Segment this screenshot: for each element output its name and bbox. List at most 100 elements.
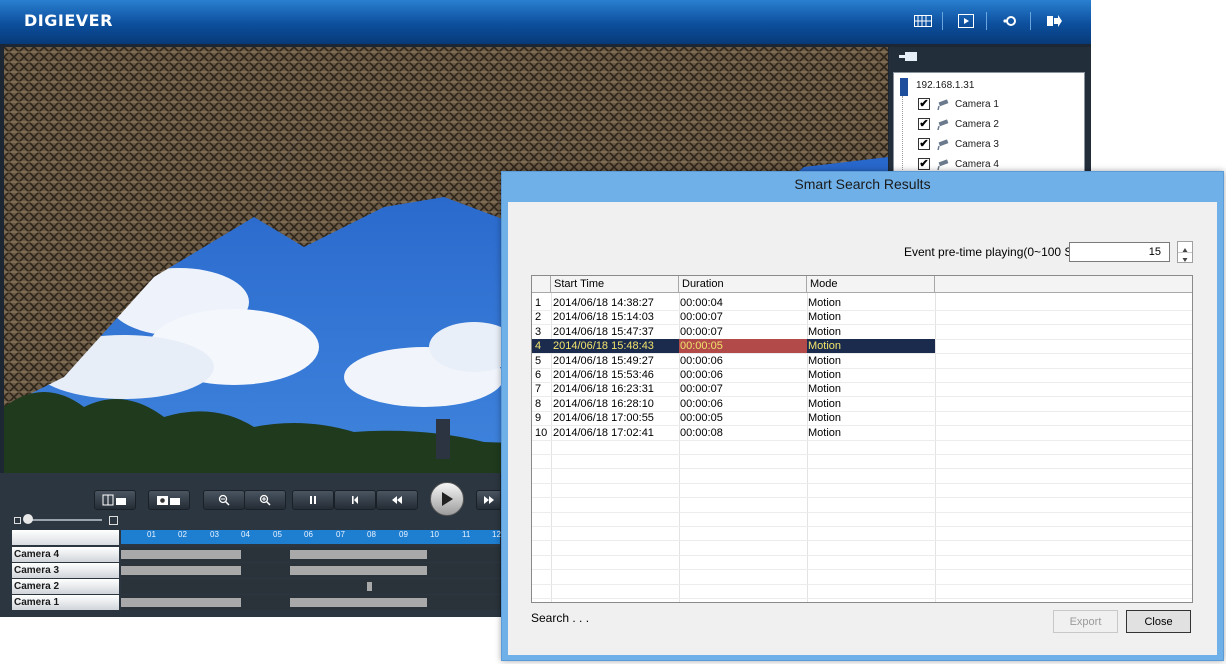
camera-checkbox[interactable]: ✔ [918, 98, 930, 110]
grid-line [532, 554, 1192, 556]
timeline-track[interactable] [121, 547, 500, 562]
playback-icon[interactable] [955, 12, 977, 30]
mode-cell: Motion [808, 311, 842, 324]
camera-checkbox[interactable]: ✔ [918, 118, 930, 130]
hour-tick: 02 [178, 530, 187, 539]
table-row[interactable]: 7 2014/06/18 16:23:31 00:00:07 Motion [532, 382, 935, 396]
column-header-filler [935, 276, 1192, 293]
mode-cell: Motion [808, 297, 842, 309]
spinner-down-button[interactable] [1178, 252, 1192, 262]
logout-icon[interactable] [1043, 12, 1065, 30]
row-number-cell: 3 [535, 325, 542, 338]
search-status: Search . . . [531, 611, 590, 625]
cctv-camera-icon [936, 138, 950, 156]
column-header-mode[interactable]: Mode [807, 276, 935, 293]
mode-cell: Motion [808, 340, 842, 353]
export-button[interactable]: Export [1053, 610, 1118, 633]
track-label: Camera 4 [12, 547, 119, 562]
zoom-in-button[interactable] [244, 490, 286, 510]
recording-segment[interactable] [121, 598, 241, 607]
duration-cell: 00:00:06 [680, 369, 723, 381]
table-row[interactable]: 3 2014/06/18 15:47:37 00:00:07 Motion [532, 325, 935, 339]
table-row[interactable]: 4 2014/06/18 15:48:43 00:00:05 Motion [532, 339, 935, 354]
fast-forward-button[interactable] [476, 490, 500, 510]
pause-button[interactable] [292, 490, 334, 510]
toolbar-divider [986, 12, 987, 30]
hour-tick: 05 [273, 530, 282, 539]
start-time-cell: 2014/06/18 16:28:10 [553, 397, 654, 410]
slider-max-marker [109, 516, 118, 525]
grid-line [532, 468, 1192, 470]
table-row[interactable]: 2 2014/06/18 15:14:03 00:00:07 Motion [532, 310, 935, 324]
hour-tick: 04 [241, 530, 250, 539]
rewind-button[interactable] [376, 490, 418, 510]
timeline-ruler[interactable]: 01 02 03 04 05 06 07 08 09 10 11 12 [121, 530, 501, 544]
camera-label[interactable]: Camera 2 [955, 119, 999, 130]
layout-grid-icon[interactable] [912, 12, 934, 30]
row-number-cell: 10 [535, 426, 548, 439]
device-host-label[interactable]: 192.168.1.31 [916, 80, 974, 91]
pretime-label: Event pre-time playing(0~100 Sec.): [904, 245, 1096, 259]
pretime-spinner[interactable] [1177, 241, 1193, 263]
table-row[interactable]: 5 2014/06/18 15:49:27 00:00:06 Motion [532, 354, 935, 368]
timeline-track[interactable] [121, 595, 500, 610]
cctv-camera-icon [936, 98, 950, 116]
start-time-cell: 2014/06/18 15:48:43 [553, 340, 654, 353]
duration-cell: 00:00:08 [680, 426, 723, 439]
pretime-input[interactable]: 15 [1069, 242, 1170, 262]
timeline-track[interactable] [121, 579, 500, 594]
table-row[interactable]: 9 2014/06/18 17:00:55 00:00:05 Motion [532, 411, 935, 425]
start-time-cell: 2014/06/18 15:53:46 [553, 369, 654, 381]
mode-cell: Motion [808, 369, 842, 381]
camera-checkbox[interactable]: ✔ [918, 158, 930, 170]
recording-segment[interactable] [121, 566, 241, 575]
grid-line [532, 511, 1192, 513]
slider-thumb[interactable] [23, 514, 33, 524]
snapshot-folder-button[interactable] [148, 490, 190, 510]
grid-line [532, 439, 1192, 441]
duration-cell: 00:00:06 [680, 397, 723, 410]
duration-cell: 00:00:05 [679, 339, 807, 354]
settings-gear-icon[interactable] [999, 12, 1021, 30]
camera-label[interactable]: Camera 1 [955, 99, 999, 110]
device-list-icon[interactable] [893, 50, 921, 64]
start-time-cell: 2014/06/18 14:38:27 [553, 297, 654, 309]
camera-checkbox[interactable]: ✔ [918, 138, 930, 150]
recording-segment[interactable] [290, 550, 427, 559]
mode-cell: Motion [808, 426, 842, 439]
grid-line [532, 454, 1192, 455]
recording-segment[interactable] [290, 598, 427, 607]
recording-segment[interactable] [367, 582, 372, 591]
play-button[interactable] [430, 482, 464, 516]
zoom-slider[interactable] [14, 514, 119, 526]
table-row[interactable]: 6 2014/06/18 15:53:46 00:00:06 Motion [532, 368, 935, 382]
start-time-cell: 2014/06/18 16:23:31 [553, 383, 654, 396]
table-row[interactable]: 10 2014/06/18 17:02:41 00:00:08 Motion [532, 426, 935, 440]
grid-line [532, 482, 1192, 484]
camera-label[interactable]: Camera 4 [955, 159, 999, 170]
toolbar-divider [942, 12, 943, 30]
duration-cell: 00:00:07 [680, 325, 723, 338]
grid-line [532, 526, 1192, 527]
row-number-cell: 2 [535, 311, 542, 324]
recording-segment[interactable] [121, 550, 241, 559]
camera-label[interactable]: Camera 3 [955, 139, 999, 150]
timeline-track[interactable] [121, 563, 500, 578]
column-header-start-time[interactable]: Start Time [551, 276, 679, 293]
grid-line [532, 569, 1192, 571]
layout-folder-button[interactable] [94, 490, 136, 510]
recording-segment[interactable] [290, 566, 427, 575]
step-back-button[interactable] [334, 490, 376, 510]
table-row[interactable]: 1 2014/06/18 14:38:27 00:00:04 Motion [532, 296, 935, 310]
track-label: Camera 1 [12, 595, 119, 610]
zoom-out-button[interactable] [203, 490, 245, 510]
column-header-duration[interactable]: Duration [679, 276, 807, 293]
row-number-cell: 9 [535, 412, 542, 425]
hour-tick: 09 [399, 530, 408, 539]
cctv-camera-icon [936, 118, 950, 136]
table-row[interactable]: 8 2014/06/18 16:28:10 00:00:06 Motion [532, 397, 935, 411]
grid-line [532, 497, 1192, 499]
hour-tick: 01 [147, 530, 156, 539]
arrow-down-icon [1182, 258, 1188, 262]
close-button[interactable]: Close [1126, 610, 1191, 633]
